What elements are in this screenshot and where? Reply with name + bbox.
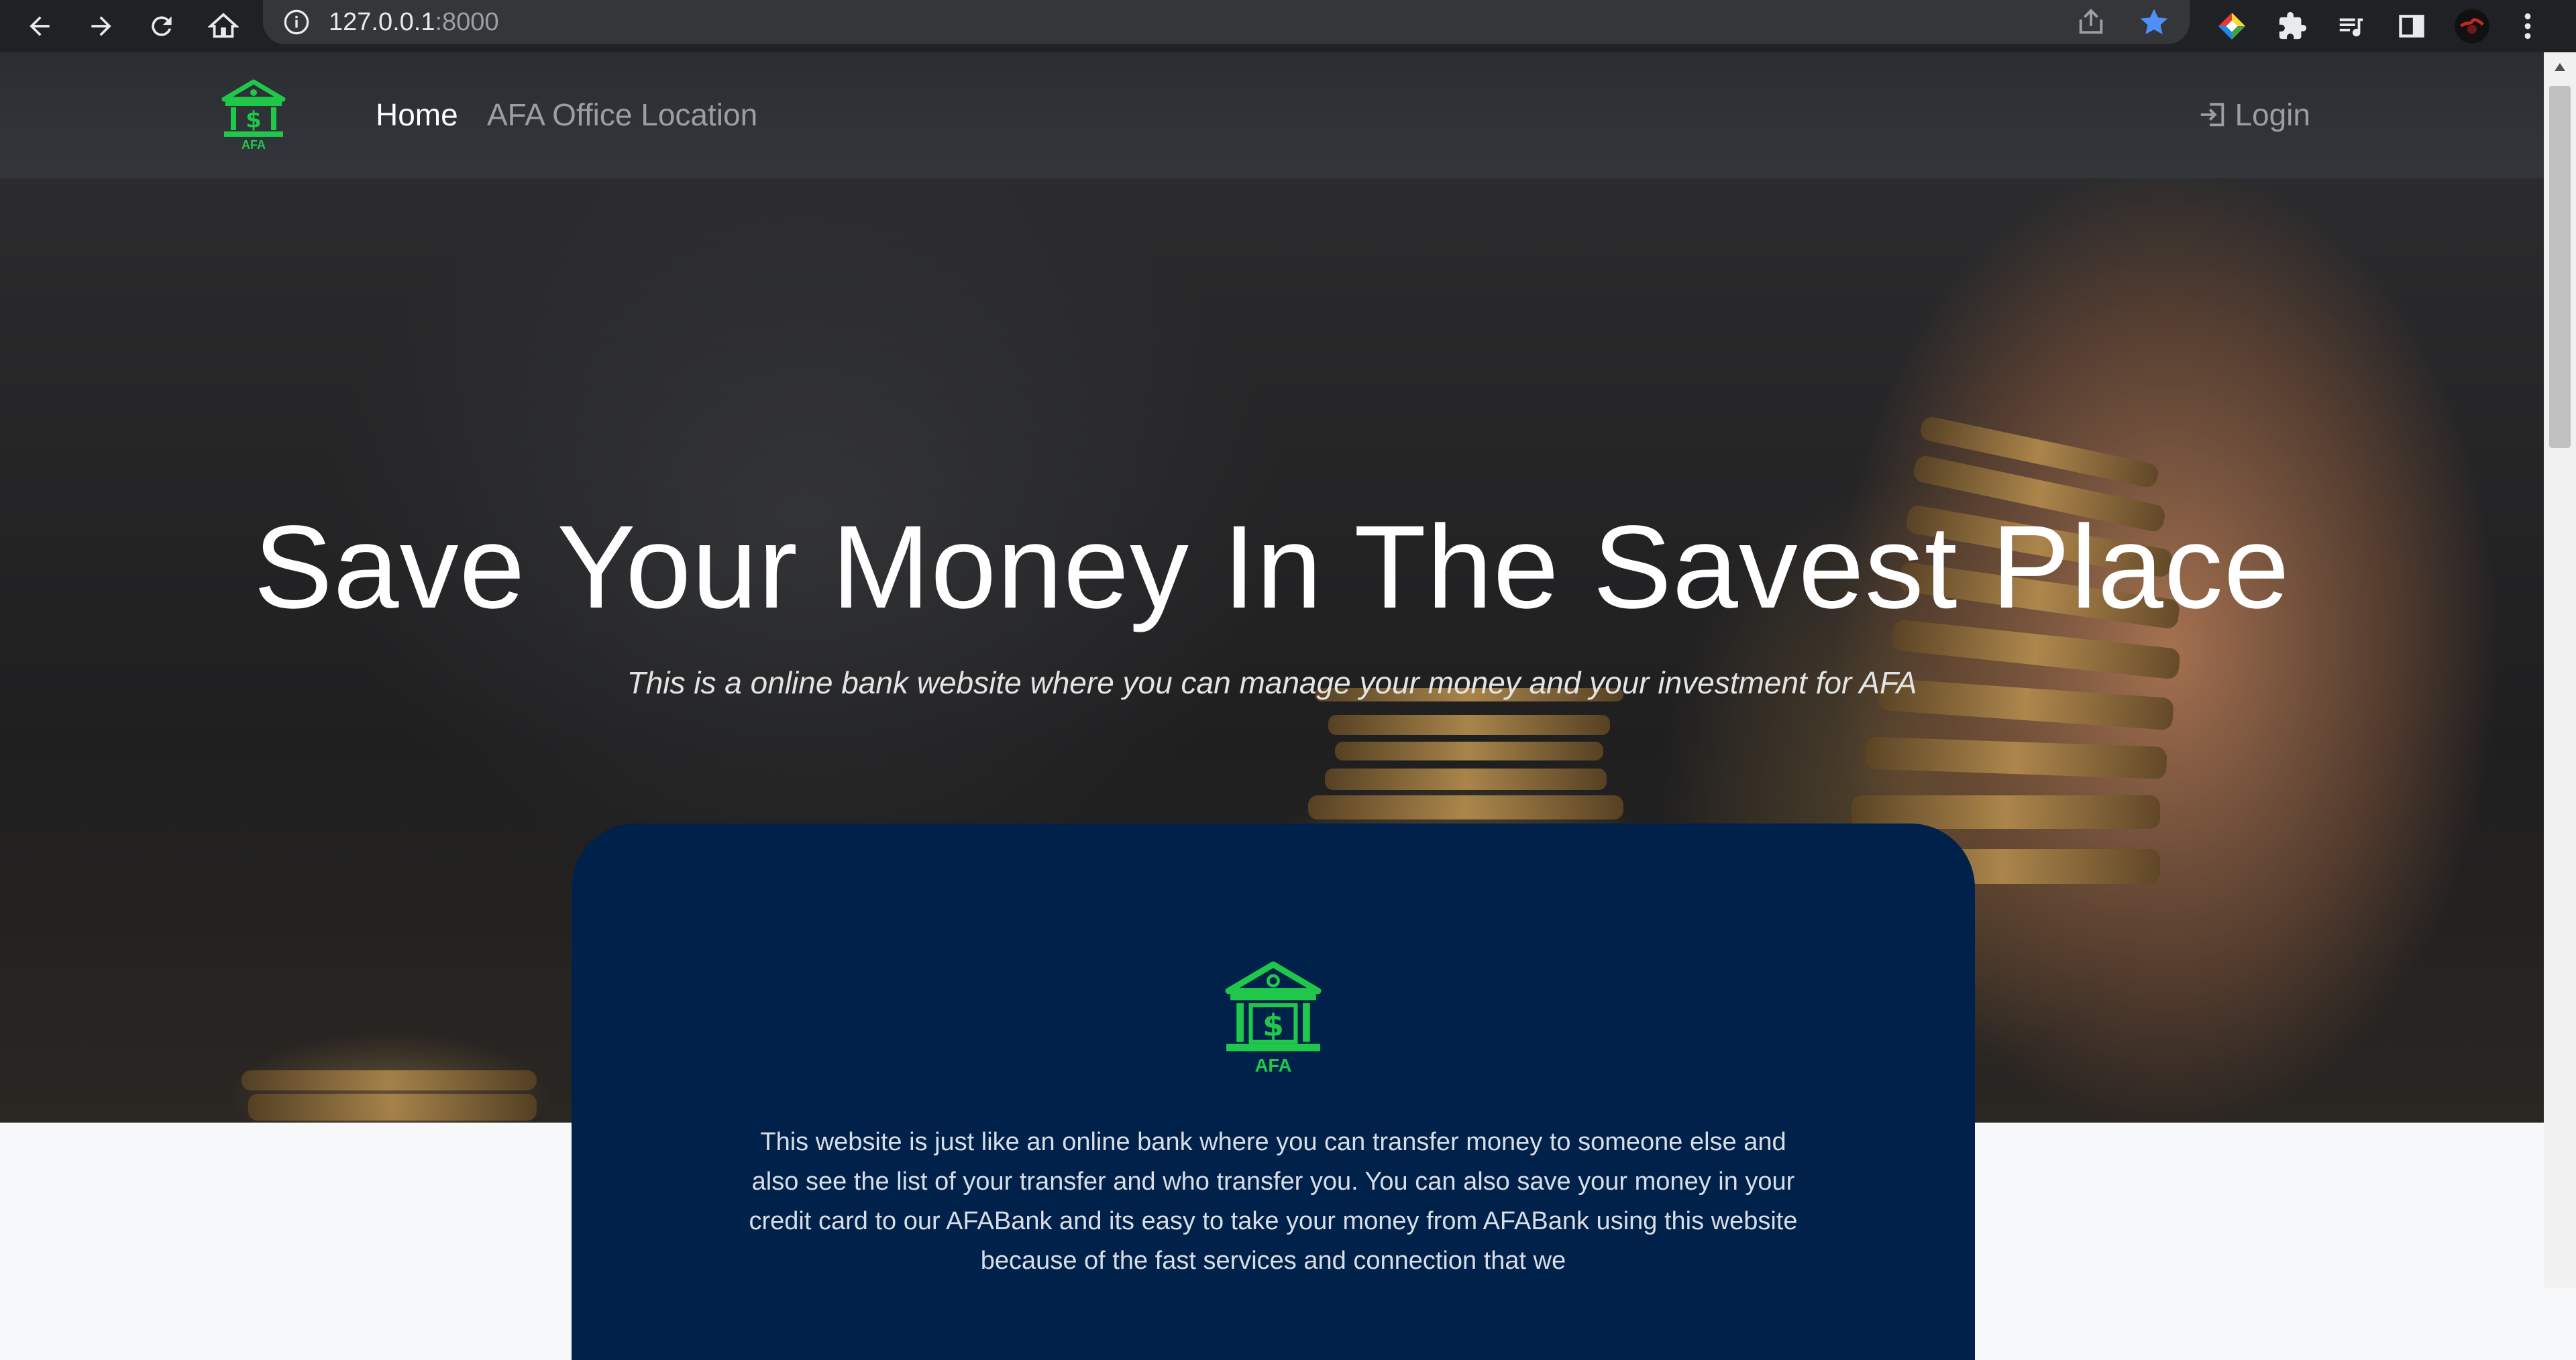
back-icon[interactable] [17, 4, 62, 48]
hero-title: Save Your Money In The Savest Place [254, 502, 2290, 633]
hero-subtitle: This is a online bank website where you … [627, 665, 1917, 700]
puzzle-extensions-icon[interactable] [2270, 4, 2314, 48]
bookmark-star-icon[interactable] [2137, 5, 2171, 39]
address-bar[interactable]: 127.0.0.1:8000 [263, 0, 2190, 44]
svg-text:AFA: AFA [1255, 1055, 1292, 1076]
login-icon [2201, 103, 2224, 127]
card-logo: $ AFA [1222, 960, 1324, 1076]
share-icon[interactable] [2076, 7, 2106, 38]
nav-home-link[interactable]: Home [376, 94, 458, 135]
brand-logo[interactable]: $ AFA [220, 79, 287, 152]
bank-logo-icon: $ AFA [221, 79, 286, 152]
svg-text:$: $ [246, 107, 262, 133]
color-extension-icon[interactable] [2210, 4, 2254, 48]
page-scrollbar[interactable] [2544, 52, 2576, 1288]
svg-text:AFA: AFA [241, 138, 266, 152]
login-link[interactable]: Login [2197, 94, 2310, 135]
site-info-icon[interactable] [283, 9, 310, 36]
media-queue-icon[interactable] [2329, 4, 2373, 48]
bank-logo-icon: $ AFA [1225, 961, 1322, 1076]
url-port: :8000 [435, 8, 499, 36]
scroll-up-arrow-icon[interactable] [2552, 60, 2568, 74]
menu-kebab-icon[interactable] [2514, 4, 2541, 48]
scrollbar-thumb[interactable] [2549, 86, 2571, 448]
card-description: This website is just like an online bank… [749, 1128, 1798, 1275]
url-text: 127.0.0.1:8000 [329, 5, 499, 39]
browser-toolbar: 127.0.0.1:8000 [0, 0, 2576, 52]
navbar: $ AFA Home AFA Office Location Login [0, 52, 2544, 178]
forward-icon[interactable] [79, 4, 123, 48]
side-panel-icon[interactable] [2390, 4, 2434, 48]
page-content: Save Your Money In The Savest Place This… [0, 52, 2544, 1360]
reload-icon[interactable] [140, 4, 184, 48]
profile-avatar-icon[interactable] [2450, 4, 2494, 48]
info-card: $ AFA This website is just like an onlin… [572, 824, 1975, 1360]
url-host: 127.0.0.1 [329, 8, 435, 36]
nav-office-location-link[interactable]: AFA Office Location [487, 94, 757, 135]
svg-text:$: $ [1263, 1008, 1284, 1043]
home-icon[interactable] [201, 4, 246, 48]
login-label: Login [2235, 97, 2310, 132]
